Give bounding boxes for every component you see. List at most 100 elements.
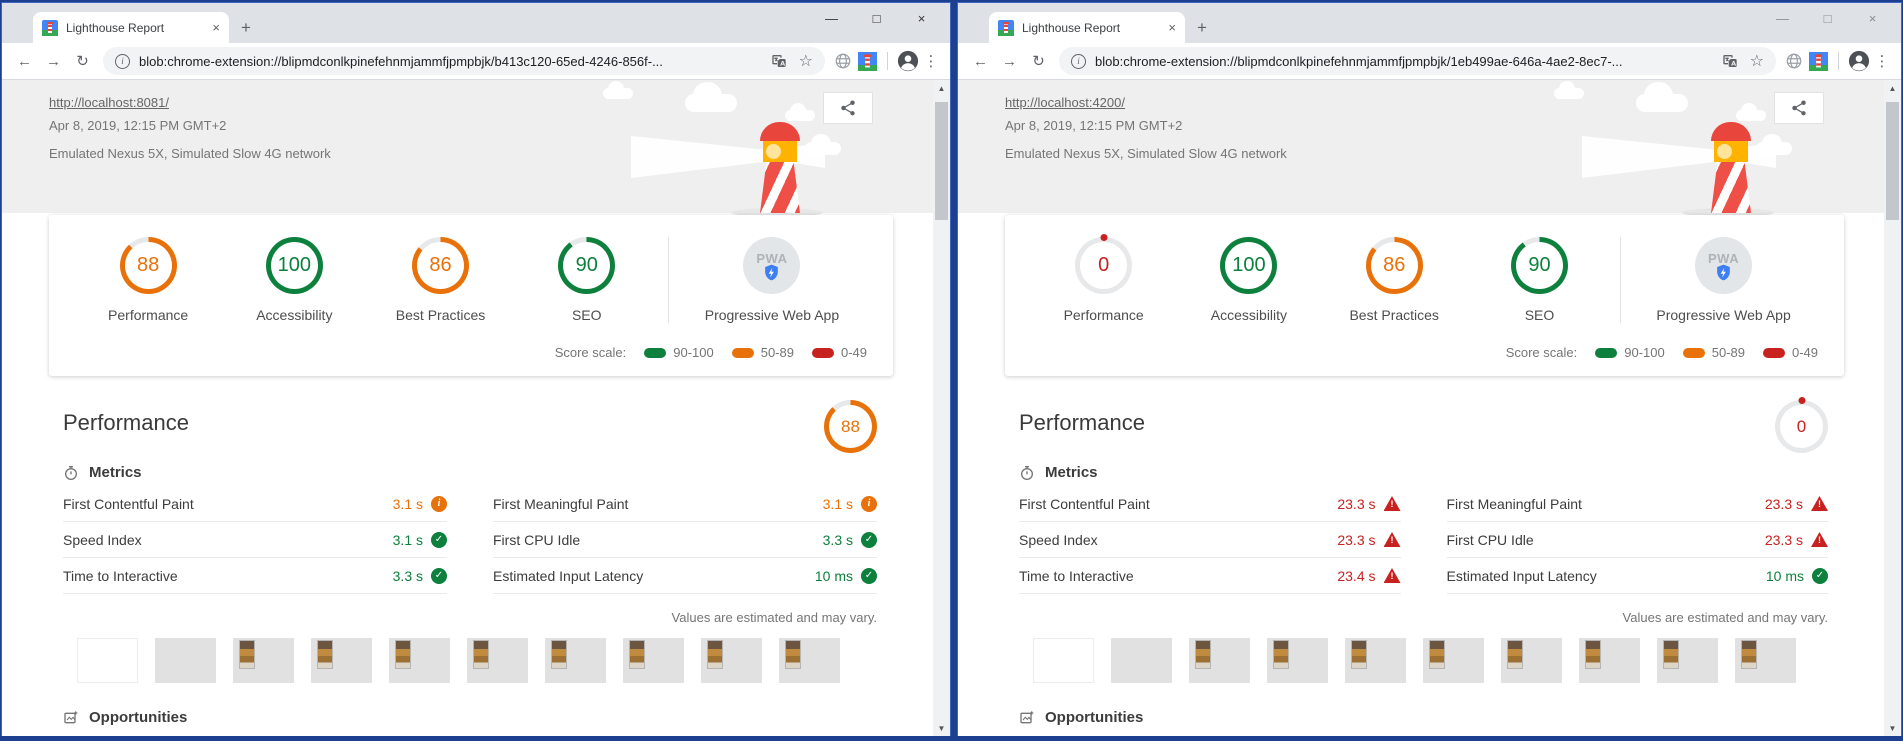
browser-tab[interactable]: Lighthouse Report × bbox=[33, 12, 229, 43]
cloud-graphic bbox=[1554, 88, 1584, 99]
scroll-up-icon[interactable]: ▲ bbox=[938, 80, 946, 96]
share-button[interactable] bbox=[1774, 92, 1824, 124]
cloud-graphic bbox=[603, 88, 633, 99]
filmstrip-thumbnail bbox=[389, 638, 450, 683]
scrollbar-thumb[interactable] bbox=[1886, 102, 1899, 220]
score-scale-range-fail: 0-49 bbox=[1763, 345, 1818, 360]
profile-avatar[interactable] bbox=[1848, 49, 1870, 73]
scrollbar[interactable]: ▲ ▼ bbox=[1884, 80, 1901, 736]
back-button[interactable]: ← bbox=[967, 53, 994, 70]
browser-menu-icon[interactable]: ⋮ bbox=[921, 52, 941, 70]
score-item-accessibility[interactable]: 100 Accessibility bbox=[1176, 237, 1321, 323]
browser-window-left: Lighthouse Report × + — □ × ← → ↻ i blob… bbox=[2, 3, 950, 735]
lighthouse-illustration bbox=[617, 116, 837, 213]
report-page-url[interactable]: http://localhost:4200/ bbox=[1005, 95, 1125, 110]
new-tab-button[interactable]: + bbox=[241, 19, 251, 36]
tab-close-icon[interactable]: × bbox=[212, 21, 220, 34]
browser-tab[interactable]: Lighthouse Report × bbox=[989, 12, 1185, 43]
lighthouse-extension-icon[interactable] bbox=[856, 52, 878, 71]
performance-score-gauge: 0 bbox=[1775, 400, 1828, 453]
score-item-pwa[interactable]: PWA Progressive Web App bbox=[1629, 237, 1818, 323]
lighthouse-extension-icon[interactable] bbox=[1807, 52, 1829, 71]
extension-globe-icon[interactable] bbox=[1783, 52, 1805, 70]
forward-button[interactable]: → bbox=[996, 53, 1023, 70]
light-beam bbox=[1582, 136, 1714, 178]
extension-globe-icon[interactable] bbox=[832, 52, 854, 70]
scroll-up-icon[interactable]: ▲ bbox=[1889, 80, 1897, 96]
page-content: http://localhost:4200/ Apr 8, 2019, 12:1… bbox=[958, 80, 1901, 736]
cloud-graphic bbox=[1636, 94, 1688, 112]
score-gauge: 0 bbox=[1075, 237, 1132, 294]
scrollbar-thumb[interactable] bbox=[935, 102, 948, 220]
new-tab-button[interactable]: + bbox=[1197, 19, 1207, 36]
light-beam bbox=[631, 136, 763, 178]
metric-row: Time to Interactive3.3 s bbox=[63, 558, 447, 594]
bookmark-star-icon[interactable]: ☆ bbox=[799, 51, 813, 71]
browser-window-right: Lighthouse Report × + — □ × ← → ↻ i blob… bbox=[958, 3, 1901, 735]
close-button[interactable]: × bbox=[1850, 5, 1895, 33]
minimize-button[interactable]: — bbox=[1760, 5, 1805, 33]
profile-avatar[interactable] bbox=[897, 49, 919, 73]
metric-status-icon bbox=[431, 496, 447, 512]
tab-close-icon[interactable]: × bbox=[1168, 21, 1176, 34]
score-item-performance[interactable]: 0 Performance bbox=[1031, 237, 1176, 323]
score-item-performance[interactable]: 88 Performance bbox=[75, 237, 221, 323]
lighthouse-dome bbox=[760, 122, 800, 141]
minimize-button[interactable]: — bbox=[809, 5, 854, 33]
metrics-grid: First Contentful Paint3.1 s First Meanin… bbox=[63, 486, 877, 594]
score-label: Accessibility bbox=[256, 307, 332, 323]
score-item-pwa[interactable]: PWA Progressive Web App bbox=[677, 237, 867, 323]
filmstrip-thumbnail bbox=[1189, 638, 1250, 683]
page-info-icon[interactable]: i bbox=[115, 54, 130, 69]
stopwatch-icon bbox=[63, 465, 79, 481]
reload-button[interactable]: ↻ bbox=[1025, 52, 1052, 70]
browser-toolbar: ← → ↻ i blob:chrome-extension://blipmdco… bbox=[2, 43, 950, 80]
score-label: Best Practices bbox=[396, 307, 485, 323]
score-gauge: 86 bbox=[412, 237, 469, 294]
metric-status-icon bbox=[431, 532, 447, 548]
score-label: SEO bbox=[572, 307, 602, 323]
scroll-down-icon[interactable]: ▼ bbox=[1889, 720, 1897, 736]
close-button[interactable]: × bbox=[899, 5, 944, 33]
desktop: Lighthouse Report × + — □ × ← → ↻ i blob… bbox=[0, 0, 1903, 741]
lighthouse-favicon-icon bbox=[42, 20, 58, 36]
back-button[interactable]: ← bbox=[11, 53, 38, 70]
pwa-shield-icon bbox=[1714, 263, 1733, 282]
cloud-graphic bbox=[685, 94, 737, 112]
title-bar: Lighthouse Report × + — □ × bbox=[958, 3, 1901, 43]
browser-menu-icon[interactable]: ⋮ bbox=[1872, 52, 1892, 70]
score-item-best-practices[interactable]: 86 Best Practices bbox=[1322, 237, 1467, 323]
translate-icon[interactable] bbox=[1719, 53, 1741, 69]
pwa-badge: PWA bbox=[1695, 237, 1752, 294]
translate-icon[interactable] bbox=[768, 53, 790, 69]
lighthouse-tower bbox=[760, 162, 800, 213]
filmstrip bbox=[77, 638, 877, 683]
bookmark-star-icon[interactable]: ☆ bbox=[1750, 51, 1764, 71]
forward-button[interactable]: → bbox=[40, 53, 67, 70]
scrollbar[interactable]: ▲ ▼ bbox=[933, 80, 950, 736]
score-item-seo[interactable]: 90 SEO bbox=[1467, 237, 1612, 323]
maximize-button[interactable]: □ bbox=[1805, 5, 1850, 33]
metric-status-icon bbox=[1811, 496, 1828, 511]
orange-range-pill bbox=[732, 348, 754, 358]
score-item-seo[interactable]: 90 SEO bbox=[514, 237, 660, 323]
address-bar[interactable]: i blob:chrome-extension://blipmdconlkpin… bbox=[1059, 47, 1776, 75]
filmstrip-thumbnail bbox=[1033, 638, 1094, 683]
report-page-url[interactable]: http://localhost:8081/ bbox=[49, 95, 169, 110]
page-info-icon[interactable]: i bbox=[1071, 54, 1086, 69]
metric-status-icon bbox=[861, 568, 877, 584]
score-scale: Score scale: 90-100 50-89 0-49 bbox=[75, 345, 867, 360]
share-button[interactable] bbox=[823, 92, 873, 124]
scroll-down-icon[interactable]: ▼ bbox=[938, 720, 946, 736]
red-range-pill bbox=[1763, 348, 1785, 358]
address-bar[interactable]: i blob:chrome-extension://blipmdconlkpin… bbox=[103, 47, 825, 75]
reload-button[interactable]: ↻ bbox=[69, 52, 96, 70]
score-item-best-practices[interactable]: 86 Best Practices bbox=[367, 237, 513, 323]
metric-row: First Meaningful Paint3.1 s bbox=[493, 486, 877, 522]
metric-row: First Contentful Paint23.3 s bbox=[1019, 486, 1401, 522]
score-item-accessibility[interactable]: 100 Accessibility bbox=[221, 237, 367, 323]
maximize-button[interactable]: □ bbox=[854, 5, 899, 33]
opportunities-header: Opportunities bbox=[1019, 709, 1828, 726]
tab-title: Lighthouse Report bbox=[66, 21, 204, 35]
estimate-note: Values are estimated and may vary. bbox=[63, 610, 877, 625]
